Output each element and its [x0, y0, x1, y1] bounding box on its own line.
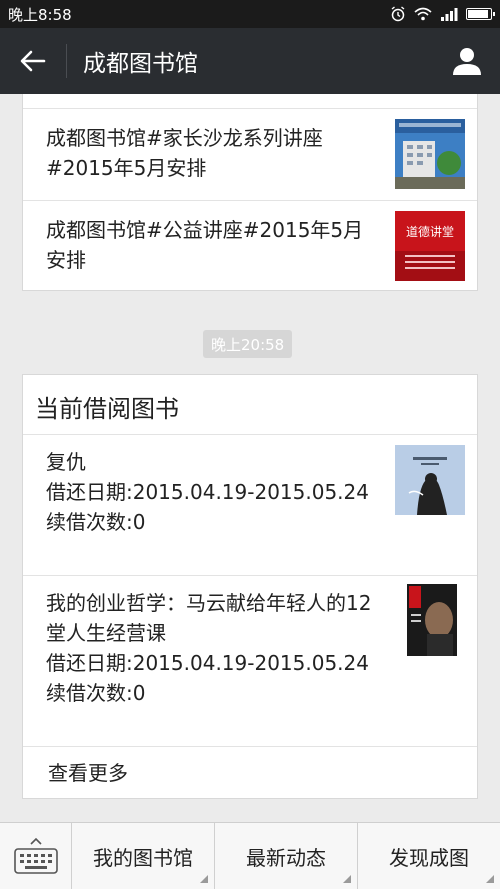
menu-label: 发现成图 — [389, 845, 469, 870]
chat-content: 成都图书馆#家长沙龙系列讲座#2015年5月安排 成都图书馆#公益讲座#2015… — [0, 94, 500, 822]
page-title: 成都图书馆 — [83, 51, 198, 77]
borrow-card-title: 当前借阅图书 — [35, 395, 179, 423]
status-time: 晚上8:58 — [8, 5, 72, 24]
book-info: 我的创业哲学：马云献给年轻人的12堂人生经营课 借还日期:2015.04.19-… — [46, 588, 376, 708]
menu-discover[interactable]: 发现成图 — [358, 823, 500, 889]
status-bar: 晚上8:58 — [0, 0, 500, 28]
article-card: 成都图书馆#家长沙龙系列讲座#2015年5月安排 成都图书馆#公益讲座#2015… — [22, 94, 478, 291]
menu-label: 最新动态 — [246, 845, 326, 870]
menu-label: 我的图书馆 — [93, 845, 193, 870]
library-building-thumbnail — [395, 119, 465, 189]
nav-bar: 成都图书馆 — [0, 28, 500, 94]
row-divider — [23, 746, 477, 747]
book-info: 复仇 借还日期:2015.04.19-2015.05.24 续借次数:0 — [46, 447, 376, 537]
book-renew-count: 续借次数:0 — [46, 510, 146, 534]
timestamp-badge: 晚上20:58 — [203, 330, 293, 358]
book-renew-count: 续借次数:0 — [46, 681, 146, 705]
book-cover-image — [395, 445, 465, 515]
back-button[interactable] — [0, 28, 66, 94]
nav-divider — [66, 44, 67, 78]
book-cover-image — [407, 584, 457, 656]
keyboard-icon — [13, 837, 58, 874]
book-item[interactable]: 复仇 借还日期:2015.04.19-2015.05.24 续借次数:0 — [23, 435, 477, 575]
battery-icon — [466, 8, 495, 20]
book-period: 借还日期:2015.04.19-2015.05.24 — [46, 480, 369, 504]
book-period: 借还日期:2015.04.19-2015.05.24 — [46, 651, 369, 675]
book-item[interactable]: 我的创业哲学：马云献给年轻人的12堂人生经营课 借还日期:2015.04.19-… — [23, 576, 477, 746]
article-title: 成都图书馆#家长沙龙系列讲座#2015年5月安排 — [46, 126, 323, 180]
wifi-icon — [414, 7, 432, 21]
keyboard-toggle-button[interactable] — [0, 823, 72, 889]
book-name: 我的创业哲学：马云献给年轻人的12堂人生经营课 — [46, 591, 372, 645]
book-name: 复仇 — [46, 450, 86, 474]
person-icon — [453, 48, 481, 75]
lecture-poster-thumbnail: 道德讲堂 — [395, 211, 465, 281]
borrow-card: 当前借阅图书 复仇 借还日期:2015.04.19-2015.05.24 续借次… — [22, 374, 478, 799]
article-item[interactable]: 成都图书馆#公益讲座#2015年5月安排 道德讲堂 — [23, 201, 477, 293]
arrow-left-icon — [20, 50, 46, 72]
bottom-menu-bar: 我的图书馆 最新动态 发现成图 — [0, 822, 500, 889]
article-item[interactable]: 成都图书馆#家长沙龙系列讲座#2015年5月安排 — [23, 109, 477, 201]
article-title: 成都图书馆#公益讲座#2015年5月安排 — [46, 218, 364, 272]
signal-icon — [441, 8, 458, 21]
menu-my-library[interactable]: 我的图书馆 — [72, 823, 215, 889]
profile-button[interactable] — [434, 28, 500, 94]
poster-text: 道德讲堂 — [406, 224, 454, 239]
status-icons — [390, 6, 495, 22]
alarm-icon — [391, 6, 405, 22]
view-more-link[interactable]: 查看更多 — [48, 757, 128, 786]
menu-latest-news[interactable]: 最新动态 — [215, 823, 358, 889]
